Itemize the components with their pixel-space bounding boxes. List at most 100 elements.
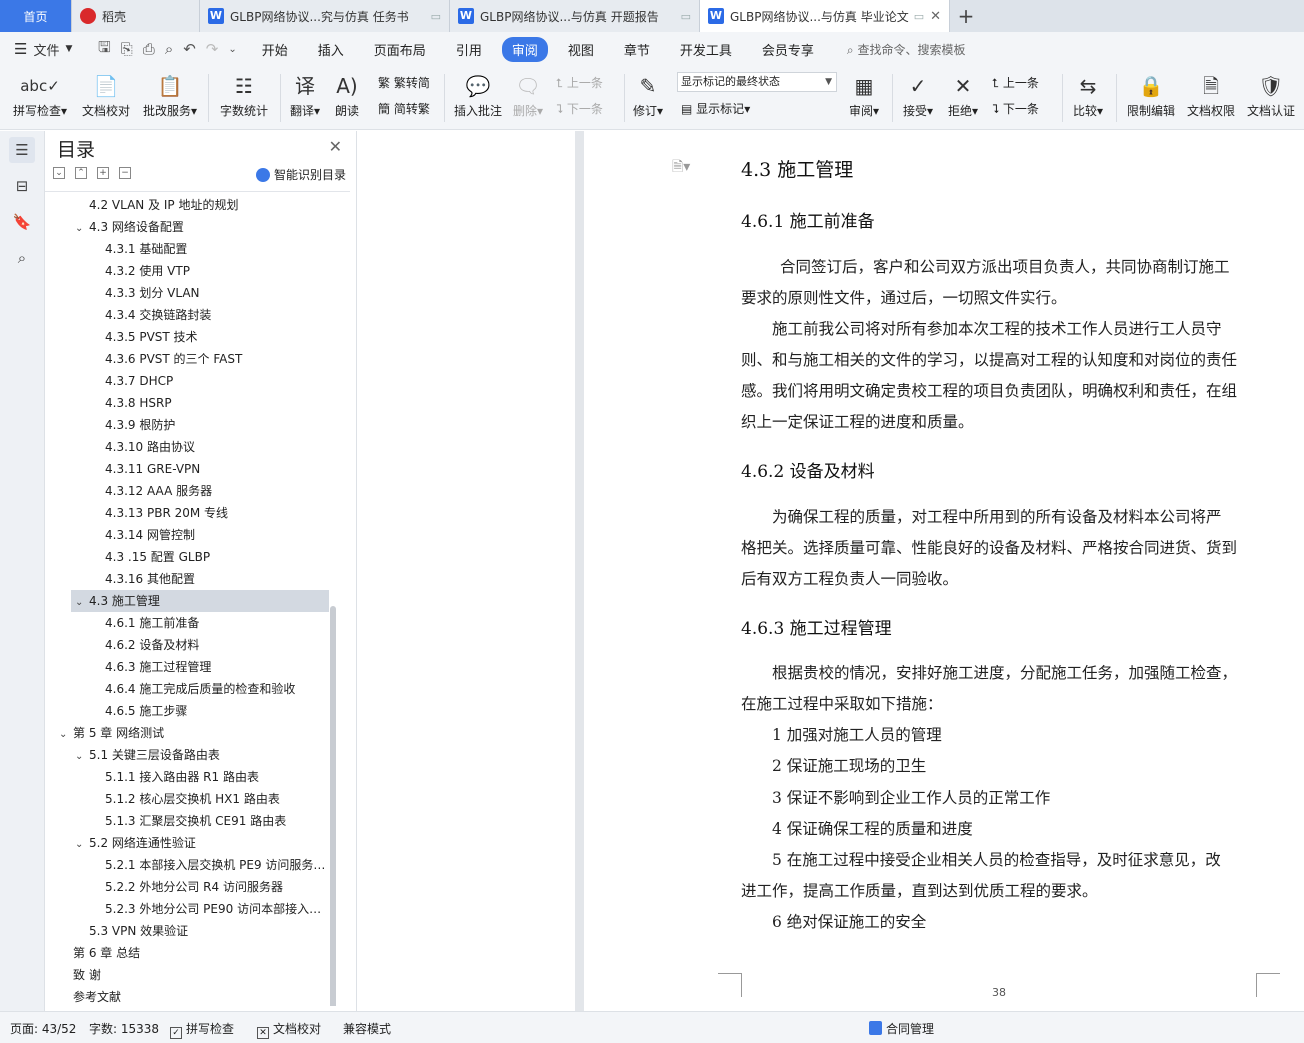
next-change-button[interactable]: ⮧ 下一条 — [992, 100, 1039, 117]
toc-item[interactable]: 4.3.10 路由协议 — [45, 436, 329, 458]
to-traditional-button[interactable]: 簡 简转繁 — [378, 100, 430, 117]
minimize-tab-icon[interactable]: ▭ — [914, 10, 924, 23]
file-menu[interactable]: ☰ 文件 ▼ — [0, 40, 88, 59]
menu-page-layout[interactable]: 页面布局 — [364, 37, 436, 62]
print-preview-icon[interactable]: ⌕ — [165, 40, 173, 58]
toc-item[interactable]: 4.3.11 GRE-VPN — [45, 458, 329, 480]
menu-insert[interactable]: 插入 — [308, 37, 354, 62]
read-aloud-button[interactable]: A) 朗读 — [330, 70, 364, 120]
toc-item[interactable]: 4.6.3 施工过程管理 — [45, 656, 329, 678]
toc-item[interactable]: ⌄ 4.3 施工管理 — [71, 590, 329, 612]
toc-item[interactable]: 4.3.7 DHCP — [45, 370, 329, 392]
toc-item[interactable]: ⌄ 第 5 章 网络测试 — [45, 722, 329, 744]
toc-item[interactable]: ⌄ 5.2 网络连通性验证 — [45, 832, 329, 854]
expand-all-icon[interactable]: ⌃ — [75, 167, 87, 179]
toc-item[interactable]: 4.6.1 施工前准备 — [45, 612, 329, 634]
toc-item[interactable]: ⌄ 4.3 网络设备配置 — [45, 216, 329, 238]
toc-panel-icon[interactable]: ☰ — [9, 137, 35, 163]
expand-chevron-icon[interactable]: ⌄ — [75, 746, 89, 766]
expand-chevron-icon[interactable]: ⌄ — [59, 724, 73, 744]
toc-item[interactable]: 致 谢 — [45, 964, 329, 986]
toc-item[interactable]: ⌄ 5.1 关键三层设备路由表 — [45, 744, 329, 766]
reject-button[interactable]: ✕ 拒绝▾ — [945, 70, 981, 120]
insert-comment-button[interactable]: 💬 插入批注 — [452, 70, 504, 120]
toc-item[interactable]: 4.3.5 PVST 技术 — [45, 326, 329, 348]
toc-item[interactable]: 4.6.5 施工步骤 — [45, 700, 329, 722]
expand-chevron-icon[interactable]: ⌄ — [75, 592, 89, 612]
contract-management-button[interactable]: 合同管理 — [869, 1020, 934, 1037]
toc-item[interactable]: 4.3.6 PVST 的三个 FAST — [45, 348, 329, 370]
toc-item[interactable]: 4.3.8 HSRP — [45, 392, 329, 414]
paragraph-handle-icon[interactable]: 🗎▾ — [672, 156, 690, 180]
toc-item[interactable]: 5.2.3 外地分公司 PE90 访问本部接入… — [45, 898, 329, 920]
prev-change-button[interactable]: ⮤ 上一条 — [992, 74, 1039, 91]
toc-item[interactable]: 4.3.14 网管控制 — [45, 524, 329, 546]
status-proofread[interactable]: ✕ 文档校对 — [257, 1020, 321, 1039]
proofread-button[interactable]: 📄 文档校对 — [80, 70, 132, 120]
doc-permission-button[interactable]: 🗎 文档权限 — [1184, 70, 1238, 120]
menu-member[interactable]: 会员专享 — [752, 37, 824, 62]
close-icon[interactable]: ✕ — [329, 137, 342, 156]
tab-task-book[interactable]: W GLBP网络协议...究与仿真 任务书 ▭ — [200, 0, 450, 32]
new-tab-button[interactable]: + — [950, 0, 982, 32]
expand-chevron-icon[interactable]: ⌄ — [75, 834, 89, 854]
chapter-nav-icon[interactable]: ⊟ — [9, 173, 35, 199]
toc-item[interactable]: 4.3.3 划分 VLAN — [45, 282, 329, 304]
show-marks-button[interactable]: ▤ 显示标记▾ — [681, 100, 750, 117]
find-icon[interactable]: ⌕ — [9, 245, 35, 271]
tab-home[interactable]: 首页 — [0, 0, 72, 32]
toc-item[interactable]: 4.3.13 PBR 20M 专线 — [45, 502, 329, 524]
document-page[interactable]: 🗎▾ 4.3 施工管理 4.6.1 施工前准备 合同签订后，客户和公司双方派出项… — [584, 131, 1304, 1011]
toc-item[interactable]: 4.6.4 施工完成后质量的检查和验收 — [45, 678, 329, 700]
word-count-indicator[interactable]: 字数: 15338 — [89, 1020, 159, 1037]
toc-item[interactable]: 4.3.12 AAA 服务器 — [45, 480, 329, 502]
doc-cert-button[interactable]: 🛡 文档认证 — [1244, 70, 1298, 120]
status-spell-check[interactable]: ✓ 拼写检查 — [170, 1020, 234, 1039]
collapse-all-icon[interactable]: ⌄ — [53, 167, 65, 179]
tab-daoke[interactable]: 稻壳 — [72, 0, 200, 32]
menu-view[interactable]: 视图 — [558, 37, 604, 62]
menu-developer[interactable]: 开发工具 — [670, 37, 742, 62]
accept-button[interactable]: ✓ 接受▾ — [900, 70, 936, 120]
restrict-edit-button[interactable]: 🔒 限制编辑 — [1124, 70, 1178, 120]
toc-item[interactable]: 4.6.2 设备及材料 — [45, 634, 329, 656]
spell-check-button[interactable]: abc✓ 拼写检查▾ — [10, 70, 70, 120]
undo-icon[interactable]: ↶ — [183, 40, 196, 58]
toc-item[interactable]: 5.1.1 接入路由器 R1 路由表 — [45, 766, 329, 788]
delete-comment-button[interactable]: 🗨 删除▾ — [510, 70, 546, 120]
smart-toc-button[interactable]: 智能识别目录 — [255, 166, 346, 183]
toc-item[interactable]: 4.3.16 其他配置 — [45, 568, 329, 590]
toc-item[interactable]: 4.3.1 基础配置 — [45, 238, 329, 260]
display-state-select[interactable]: 显示标记的最终状态 ▼ — [677, 72, 837, 92]
command-search[interactable]: ⌕ 查找命令、搜索模板 — [847, 41, 966, 58]
compare-button[interactable]: ⇆ 比较▾ — [1070, 70, 1106, 120]
save-icon[interactable]: 🖫 — [98, 37, 111, 62]
word-count-button[interactable]: ☷ 字数统计 — [216, 70, 272, 120]
minimize-tab-icon[interactable]: ▭ — [431, 10, 441, 23]
toc-item[interactable]: 5.2.1 本部接入层交换机 PE9 访问服务… — [45, 854, 329, 876]
menu-review[interactable]: 审阅 — [501, 36, 548, 62]
menu-section[interactable]: 章节 — [614, 37, 660, 62]
toc-item[interactable]: 4.3.2 使用 VTP — [45, 260, 329, 282]
demote-level-icon[interactable]: − — [119, 167, 131, 179]
toc-item[interactable]: 第 6 章 总结 — [45, 942, 329, 964]
promote-level-icon[interactable]: + — [97, 167, 109, 179]
toc-item[interactable]: 参考文献 — [45, 986, 329, 1006]
redo-icon[interactable]: ↷ — [206, 40, 219, 58]
tab-thesis[interactable]: W GLBP网络协议...与仿真 毕业论文 ▭ ✕ — [700, 0, 950, 32]
minimize-tab-icon[interactable]: ▭ — [681, 10, 691, 23]
toc-scrollbar[interactable] — [330, 606, 336, 1006]
toc-item[interactable]: 5.2.2 外地分公司 R4 访问服务器 — [45, 876, 329, 898]
page-indicator[interactable]: 页面: 43/52 — [10, 1020, 76, 1037]
toc-item[interactable]: 5.3 VPN 效果验证 — [45, 920, 329, 942]
toc-item[interactable]: 4.2 VLAN 及 IP 地址的规划 — [45, 194, 329, 216]
to-simplified-button[interactable]: 繁 繁转简 — [378, 74, 430, 91]
print-icon[interactable]: ⎙ — [143, 40, 155, 58]
translate-button[interactable]: 译翻译▾ — [285, 70, 325, 120]
export-pdf-icon[interactable]: ⎘ — [121, 40, 133, 58]
menu-references[interactable]: 引用 — [446, 37, 492, 62]
correction-service-button[interactable]: 📋 批改服务▾ — [140, 70, 200, 120]
next-comment-button[interactable]: ⮧ 下一条 — [556, 100, 603, 117]
toc-item[interactable]: 5.1.3 汇聚层交换机 CE91 路由表 — [45, 810, 329, 832]
toc-item[interactable]: 4.3 .15 配置 GLBP — [45, 546, 329, 568]
